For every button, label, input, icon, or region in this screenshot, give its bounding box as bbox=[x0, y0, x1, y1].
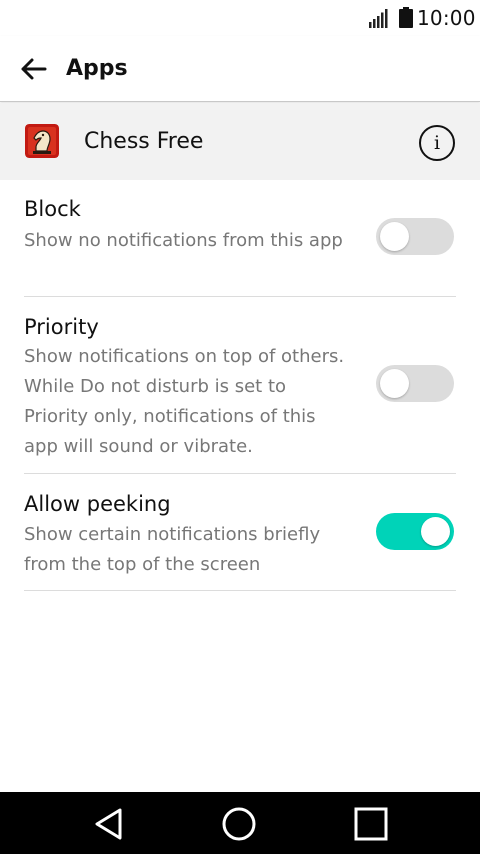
battery-icon bbox=[399, 7, 413, 28]
arrow-back-icon bbox=[21, 58, 47, 80]
back-button[interactable] bbox=[10, 47, 56, 91]
circle-home-icon[interactable] bbox=[219, 804, 259, 844]
signal-bars-icon bbox=[369, 9, 388, 28]
allow-peeking-toggle[interactable] bbox=[376, 513, 454, 550]
app-icon bbox=[25, 124, 59, 158]
app-bar: Apps bbox=[0, 36, 480, 102]
page-title: Apps bbox=[66, 56, 128, 81]
toggle-knob bbox=[380, 222, 409, 251]
setting-title: Priority bbox=[24, 315, 99, 339]
setting-description: Show no notifications from this app bbox=[24, 230, 343, 251]
status-bar: 10:00 bbox=[0, 0, 480, 36]
setting-title: Block bbox=[24, 197, 81, 221]
setting-row-allow-peeking[interactable]: Allow peeking Show certain notifications… bbox=[24, 474, 456, 591]
block-toggle[interactable] bbox=[376, 218, 454, 255]
info-button[interactable]: i bbox=[419, 125, 455, 161]
screen: 10:00 Apps Chess Free i Block Show no no… bbox=[0, 0, 480, 854]
setting-title: Allow peeking bbox=[24, 492, 171, 516]
setting-description: Show certain notifications briefly from … bbox=[24, 524, 321, 575]
app-header: Chess Free i bbox=[0, 103, 480, 180]
chess-knight-icon bbox=[25, 124, 59, 158]
setting-description: Show notifications on top of others. Whi… bbox=[24, 346, 345, 457]
info-icon: i bbox=[433, 131, 441, 154]
toggle-knob bbox=[421, 517, 450, 546]
setting-row-priority[interactable]: Priority Show notifications on top of ot… bbox=[24, 297, 456, 474]
navigation-bar bbox=[0, 792, 480, 854]
toggle-knob bbox=[380, 369, 409, 398]
priority-toggle[interactable] bbox=[376, 365, 454, 402]
clock: 10:00 bbox=[417, 6, 476, 30]
triangle-back-icon[interactable] bbox=[89, 804, 129, 844]
app-name: Chess Free bbox=[84, 129, 204, 154]
setting-row-block[interactable]: Block Show no notifications from this ap… bbox=[24, 180, 456, 297]
square-recents-icon[interactable] bbox=[351, 804, 391, 844]
